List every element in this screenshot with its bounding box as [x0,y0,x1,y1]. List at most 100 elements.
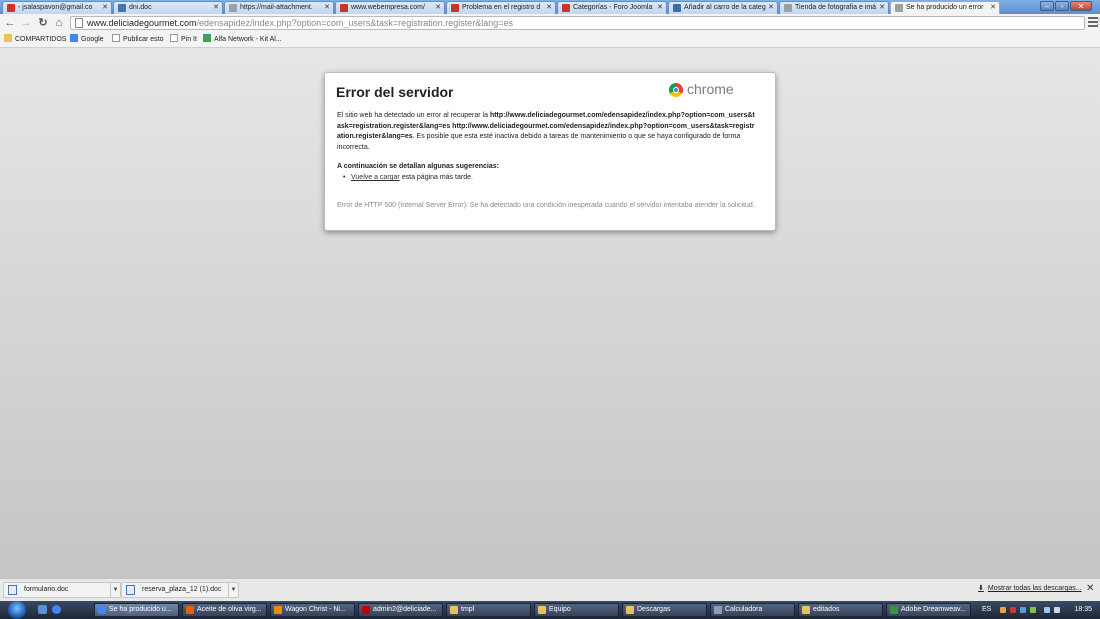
taskbar-label: Se ha producido u... [109,606,172,613]
webempresa-icon [340,4,348,12]
tab-label: Problema en el registro d [462,4,541,11]
clock[interactable]: 18:35 [1074,601,1092,619]
download-menu-arrow[interactable]: ▼ [110,583,120,597]
tab[interactable]: Problema en el registro d ✕ [446,1,556,14]
download-item[interactable]: formulario.doc ▼ [3,582,121,598]
show-all-downloads-link[interactable]: ⬇ Mostrar todas las descargas... [978,584,1082,592]
download-arrow-icon: ⬇ [978,585,984,592]
download-item[interactable]: reserva_plaza_12 (1).doc ▼ [121,582,239,598]
maximize-button[interactable]: ▫ [1055,1,1069,11]
bookmark-item[interactable]: Google [70,34,104,46]
taskbar-button[interactable]: Wagon Christ - Ni... [270,603,355,617]
tab-close-icon[interactable]: ✕ [657,2,663,13]
tab-label: - jsalaspavon@gmail.co [18,4,93,11]
tab-label: Añadir al carro de la categ [684,4,766,11]
page-icon [75,18,83,28]
page-icon [229,4,237,12]
chrome-wordmark: chrome [687,81,734,97]
taskbar-label: admin2@deliciade... [373,606,437,613]
error-detail: Error de HTTP 500 (Internal Server Error… [337,202,755,209]
tab-label: https://mail-attachment. [240,4,313,11]
volume-icon[interactable] [1054,607,1060,613]
taskbar-button[interactable]: Adobe Dreamweav... [886,603,971,617]
tray-app-icon[interactable] [1020,607,1026,613]
tray-app-icon[interactable] [1010,607,1016,613]
taskbar-button[interactable]: Aceite de oliva virg... [182,603,267,617]
window-close-button[interactable]: ✕ [1070,1,1092,11]
reload-rest: esta página más tarde. [399,174,473,181]
tab[interactable]: - jsalaspavon@gmail.co ✕ [2,1,112,14]
download-menu-arrow[interactable]: ▼ [228,583,238,597]
bookmark-label: Alfa Network - Kit Al... [214,36,282,43]
bookmarks-bar: COMPARTIDOS Google Publicar esto Pin It Alfa… [0,33,1100,48]
taskbar-button[interactable]: Equipo [534,603,619,617]
tab-close-icon[interactable]: ✕ [213,2,219,13]
tab[interactable]: Tienda de fotografia e imá ✕ [779,1,889,14]
reload-link[interactable]: Vuelve a cargar [351,174,400,181]
gmail-icon [7,4,15,12]
show-desktop-icon[interactable] [38,605,47,614]
tab-close-icon[interactable]: ✕ [768,2,774,13]
home-button[interactable]: ⌂ [52,16,66,30]
tab-close-icon[interactable]: ✕ [990,2,996,13]
address-bar[interactable]: www.deliciadegourmet.com/edensapidez/ind… [70,16,1100,30]
bookmark-item[interactable]: Publicar esto [112,34,163,46]
language-indicator[interactable]: ES [982,601,991,619]
taskbar-button[interactable]: Calculadora [710,603,795,617]
tab-label: Tienda de fotografia e imá [795,4,877,11]
tab-close-icon[interactable]: ✕ [879,2,885,13]
error-description: El sitio web ha detectado un error al re… [337,111,757,153]
bookmark-item[interactable]: Pin It [170,34,197,46]
document-icon [126,585,135,595]
windows-taskbar: Se ha producido u... Aceite de oliva virg… [0,601,1100,619]
taskbar-button[interactable]: editados [798,603,883,617]
folder-icon [626,606,634,614]
taskbar-button[interactable]: tmpl [446,603,531,617]
page-icon [112,34,120,42]
folder-icon [538,606,546,614]
error-card: Error del servidor chrome El sitio web h… [324,72,776,231]
tab-close-icon[interactable]: ✕ [324,2,330,13]
document-icon [8,585,17,595]
tray-app-icon[interactable] [1000,607,1006,613]
taskbar-button[interactable]: Se ha producido u... [94,603,179,617]
tab[interactable]: Categorías - Foro Joomla ✕ [557,1,667,14]
minimize-button[interactable]: – [1040,1,1054,11]
calculator-icon [714,606,722,614]
tab-close-icon[interactable]: ✕ [546,2,552,13]
taskbar-button[interactable]: Descargas [622,603,707,617]
tab[interactable]: www.webempresa.com/ ✕ [335,1,445,14]
taskbar-button[interactable]: admin2@deliciade... [358,603,443,617]
suggestions-title: A continuación se detallan algunas suger… [337,163,499,170]
menu-icon[interactable] [1088,17,1098,29]
bookmark-label: Pin It [181,36,197,43]
joomla-icon [673,4,681,12]
alfa-icon [203,34,211,42]
tab[interactable]: Se ha producido un error ✕ [890,1,1000,14]
forward-button[interactable]: → [19,16,33,30]
start-button[interactable] [8,601,26,619]
tab-strip: - jsalaspavon@gmail.co ✕ dni.doc ✕ https://m… [0,0,1100,14]
back-button[interactable]: ← [3,16,17,30]
tray-app-icon[interactable] [1030,607,1036,613]
bookmark-label: Google [81,36,104,43]
tab-close-icon[interactable]: ✕ [102,2,108,13]
shelf-close-button[interactable]: ✕ [1086,583,1094,594]
error-intro: El sitio web ha detectado un error al re… [337,112,488,119]
tab-label: Se ha producido un error [906,4,984,11]
page-icon [895,4,903,12]
url-domain: www.deliciadegourmet.com [87,18,197,28]
network-icon[interactable] [1044,607,1050,613]
chrome-icon[interactable] [52,605,61,614]
page-content: Error del servidor chrome El sitio web h… [0,48,1100,578]
bookmark-item[interactable]: COMPARTIDOS [4,34,66,46]
tab[interactable]: https://mail-attachment. ✕ [224,1,334,14]
reload-button[interactable]: ↻ [36,16,50,30]
tab-close-icon[interactable]: ✕ [435,2,441,13]
tab[interactable]: Añadir al carro de la categ ✕ [668,1,778,14]
bookmark-item[interactable]: Alfa Network - Kit Al... [203,34,282,46]
folder-icon [4,34,12,42]
tab[interactable]: dni.doc ✕ [113,1,223,14]
bullet-icon: • [343,174,346,181]
taskbar-label: Descargas [637,606,671,613]
